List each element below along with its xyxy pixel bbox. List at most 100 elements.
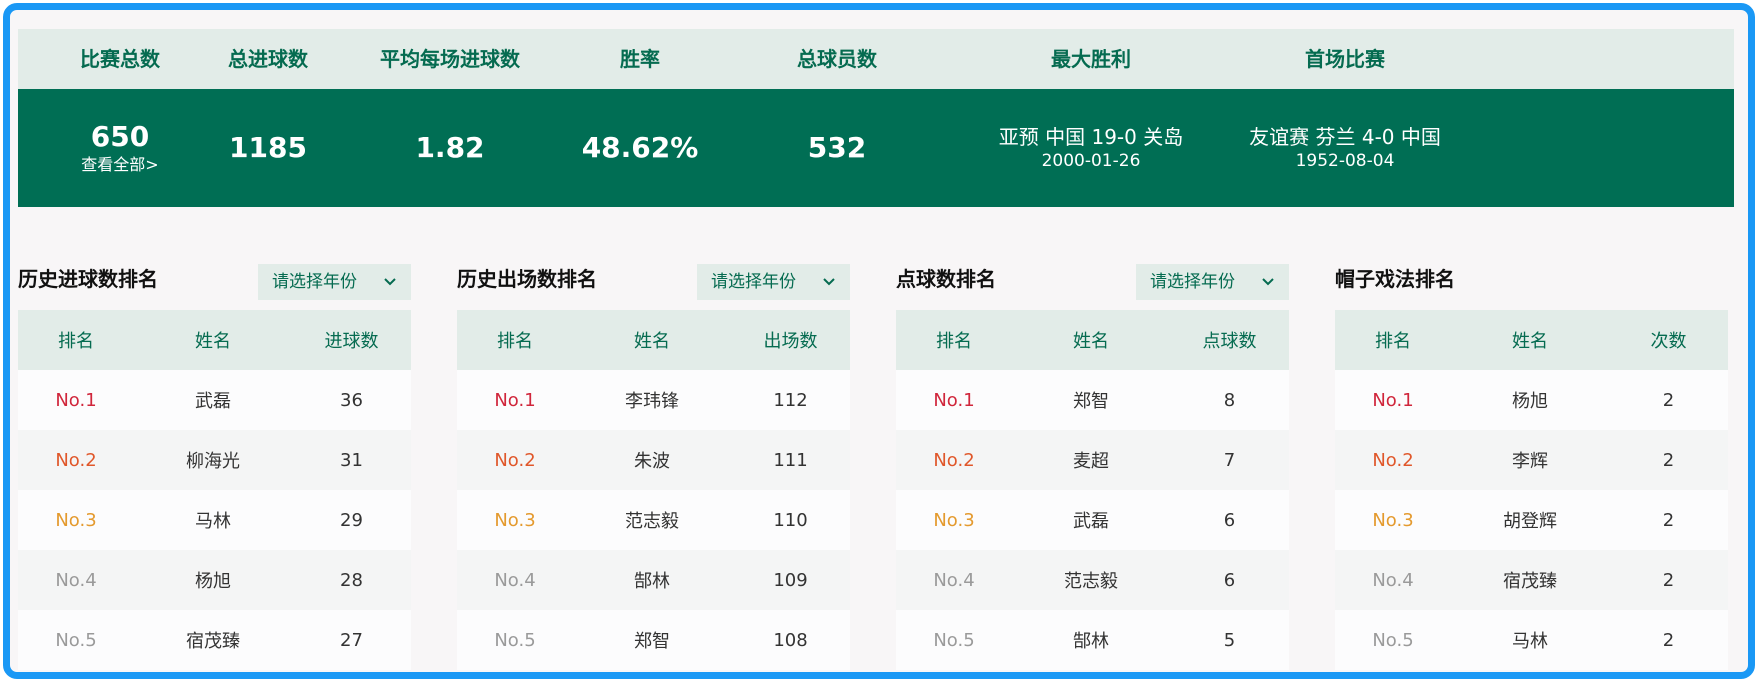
header-value: 点球数 — [1202, 331, 1257, 352]
stat-cell: 112 — [773, 389, 808, 411]
table-row: No.2 朱波 111 — [457, 430, 850, 490]
player-name: 胡登辉 — [1503, 511, 1557, 532]
ranking-table: 排名 姓名 进球数 No.1 武磊 36 No.2 柳海光 31 No.3 马林… — [18, 310, 411, 670]
stat-cell: 110 — [773, 509, 808, 531]
biggest-win-date: 2000-01-26 — [1041, 151, 1141, 171]
chevron-down-icon — [1262, 278, 1274, 286]
rank-cell: No.1 — [933, 389, 975, 411]
stat-cell: 108 — [773, 629, 808, 651]
year-select[interactable]: 请选择年份 — [697, 264, 850, 300]
stat-cell: 2 — [1662, 509, 1675, 531]
view-all-link[interactable]: 查看全部> — [81, 154, 158, 176]
header-rank: 排名 — [1375, 331, 1411, 352]
rank-cell: No.5 — [933, 629, 975, 651]
total-players-value: 532 — [807, 131, 867, 164]
stats-dashboard: 比赛总数 总进球数 平均每场进球数 胜率 总球员数 最大胜利 首场比赛 650 … — [3, 3, 1755, 679]
stat-cell: 29 — [340, 509, 363, 531]
label-biggest-win: 最大胜利 — [1051, 47, 1131, 71]
panel-title: 帽子戏法排名 — [1335, 267, 1455, 291]
panel-title: 历史出场数排名 — [457, 267, 597, 291]
table-row: No.3 马林 29 — [18, 490, 411, 550]
header-rank: 排名 — [936, 331, 972, 352]
win-rate-cell: 48.62% — [582, 89, 699, 207]
stat-cell: 2 — [1662, 449, 1675, 471]
player-name: 朱波 — [634, 451, 670, 472]
table-row: No.2 柳海光 31 — [18, 430, 411, 490]
header-rank: 排名 — [58, 331, 94, 352]
table-row: No.3 武磊 6 — [896, 490, 1289, 550]
ranking-table: 排名 姓名 出场数 No.1 李玮锋 112 No.2 朱波 111 No.3 … — [457, 310, 850, 670]
stat-cell: 36 — [340, 389, 363, 411]
table-row: No.5 宿茂臻 27 — [18, 610, 411, 670]
header-name: 姓名 — [1073, 331, 1109, 352]
chevron-down-icon — [384, 278, 396, 286]
stat-cell: 2 — [1662, 569, 1675, 591]
rank-cell: No.4 — [933, 569, 975, 591]
table-row: No.5 马林 2 — [1335, 610, 1728, 670]
table-row: No.5 郑智 108 — [457, 610, 850, 670]
total-players-cell: 532 — [808, 89, 866, 207]
table-row: No.4 郜林 109 — [457, 550, 850, 610]
rank-cell: No.5 — [55, 629, 97, 651]
player-name: 范志毅 — [625, 511, 679, 532]
stat-cell: 2 — [1662, 389, 1675, 411]
table-header: 排名 姓名 进球数 — [18, 310, 411, 370]
total-matches-cell: 650 查看全部> — [81, 89, 158, 207]
first-match-cell: 友谊赛 芬兰 4-0 中国 1952-08-04 — [1249, 89, 1441, 207]
chevron-down-icon — [823, 278, 835, 286]
year-select-placeholder: 请选择年份 — [711, 272, 796, 292]
player-name: 郜林 — [1073, 631, 1109, 652]
biggest-win-title: 亚预 中国 19-0 关岛 — [998, 125, 1184, 149]
player-name: 武磊 — [195, 391, 231, 412]
rank-cell: No.3 — [1372, 509, 1414, 531]
player-name: 宿茂臻 — [186, 631, 240, 652]
header-name: 姓名 — [1512, 331, 1548, 352]
rank-cell: No.1 — [55, 389, 97, 411]
player-name: 武磊 — [1073, 511, 1109, 532]
header-rank: 排名 — [497, 331, 533, 352]
rank-cell: No.2 — [933, 449, 975, 471]
player-name: 郑智 — [1073, 391, 1109, 412]
rank-cell: No.5 — [494, 629, 536, 651]
rank-cell: No.4 — [494, 569, 536, 591]
year-select-placeholder: 请选择年份 — [1150, 272, 1235, 292]
player-name: 马林 — [1512, 631, 1548, 652]
win-rate-value: 48.62% — [581, 131, 699, 164]
label-avg-goals: 平均每场进球数 — [380, 47, 520, 71]
total-goals-cell: 1185 — [229, 89, 307, 207]
player-name: 范志毅 — [1064, 571, 1118, 592]
avg-goals-value: 1.82 — [415, 131, 485, 164]
stat-cell: 28 — [340, 569, 363, 591]
panel-title: 点球数排名 — [896, 267, 996, 291]
label-total-players: 总球员数 — [797, 47, 877, 71]
table-row: No.3 胡登辉 2 — [1335, 490, 1728, 550]
avg-goals-cell: 1.82 — [415, 89, 484, 207]
table-row: No.3 范志毅 110 — [457, 490, 850, 550]
header-value: 进球数 — [324, 331, 379, 352]
rank-cell: No.1 — [1372, 389, 1414, 411]
stat-cell: 111 — [773, 449, 808, 471]
player-name: 郜林 — [634, 571, 670, 592]
table-row: No.2 李辉 2 — [1335, 430, 1728, 490]
table-row: No.1 郑智 8 — [896, 370, 1289, 430]
stat-cell: 6 — [1223, 509, 1236, 531]
rank-cell: No.1 — [494, 389, 536, 411]
player-name: 杨旭 — [195, 571, 231, 592]
rank-cell: No.3 — [55, 509, 97, 531]
stat-cell: 109 — [773, 569, 808, 591]
label-total-matches: 比赛总数 — [80, 47, 160, 71]
table-row: No.1 杨旭 2 — [1335, 370, 1728, 430]
stat-cell: 5 — [1223, 629, 1236, 651]
rank-cell: No.2 — [494, 449, 536, 471]
player-name: 麦超 — [1073, 451, 1109, 472]
rank-cell: No.4 — [55, 569, 97, 591]
rank-cell: No.3 — [933, 509, 975, 531]
rank-cell: No.4 — [1372, 569, 1414, 591]
table-row: No.2 麦超 7 — [896, 430, 1289, 490]
label-total-goals: 总进球数 — [228, 47, 308, 71]
stat-cell: 31 — [340, 449, 363, 471]
year-select[interactable]: 请选择年份 — [1136, 264, 1289, 300]
rank-cell: No.5 — [1372, 629, 1414, 651]
year-select[interactable]: 请选择年份 — [258, 264, 411, 300]
stat-cell: 7 — [1223, 449, 1236, 471]
